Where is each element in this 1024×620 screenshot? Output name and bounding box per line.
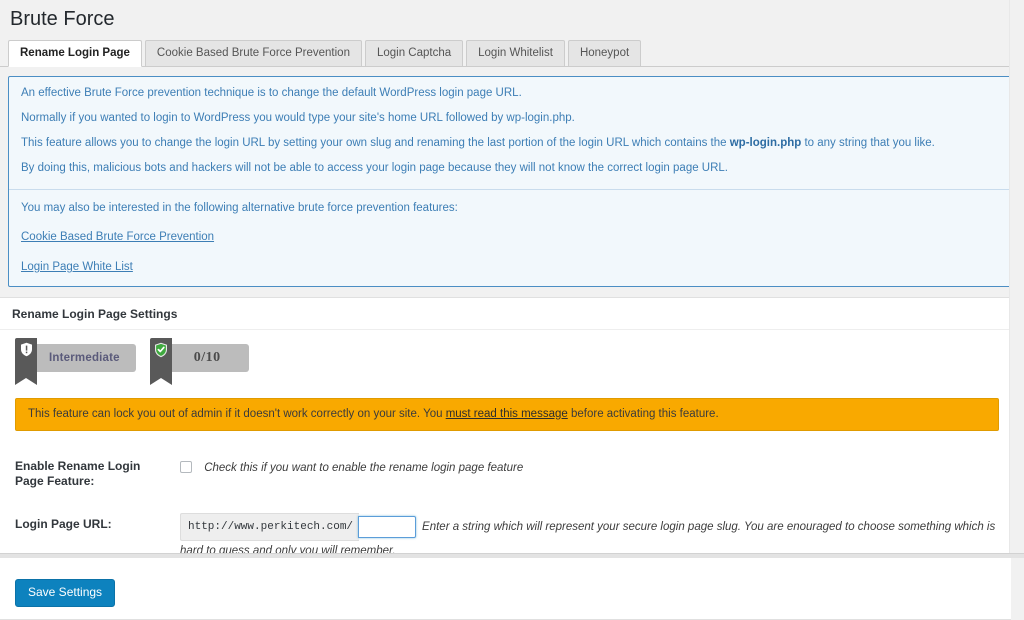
info-feature-prefix: This feature allows you to change the lo… bbox=[21, 137, 730, 149]
settings-panel-heading: Rename Login Page Settings bbox=[0, 298, 1011, 330]
shield-check-icon bbox=[149, 338, 172, 385]
badge-group: Intermediate 0/10 bbox=[12, 338, 999, 390]
admin-page: Brute Force Rename Login Page Cookie Base… bbox=[0, 0, 1024, 620]
badge-security-score: 0/10 bbox=[149, 338, 249, 385]
page-title: Brute Force bbox=[10, 8, 115, 30]
save-settings-button[interactable]: Save Settings bbox=[15, 579, 116, 607]
info-paragraph-1: An effective Brute Force prevention tech… bbox=[21, 87, 522, 99]
login-page-url-input[interactable] bbox=[358, 516, 417, 538]
info-feature-suffix: to any string that you like. bbox=[801, 137, 935, 149]
page-scrollbar-gutter[interactable] bbox=[1009, 0, 1024, 558]
info-feature-bold: wp-login.php bbox=[729, 137, 802, 149]
badge-security-level-label: Intermediate bbox=[49, 352, 120, 364]
login-page-url-prefix: http://www.perkitech.com/ bbox=[180, 513, 360, 541]
tab-login-whitelist[interactable]: Login Whitelist bbox=[466, 40, 565, 67]
lockout-warning: This feature can lock you out of admin i… bbox=[15, 398, 999, 431]
shield-alert-icon bbox=[15, 338, 37, 385]
lockout-warning-text-after: before activating this feature. bbox=[567, 408, 719, 420]
enable-rename-login-page-checkbox[interactable] bbox=[180, 460, 192, 473]
badge-security-score-value: 0/10 bbox=[193, 350, 221, 365]
info-paragraph-2: Normally if you wanted to login to WordP… bbox=[21, 112, 575, 124]
save-row: Save Settings bbox=[12, 575, 999, 619]
form-row-login-page-url: Login Page URL: http://www.perkitech.com… bbox=[12, 503, 999, 575]
info-alternatives: You may also be interested in the follow… bbox=[9, 190, 1010, 286]
window-bottom-edge bbox=[0, 553, 1024, 558]
login-page-url-control: http://www.perkitech.com/Enter a string … bbox=[180, 503, 999, 575]
form-row-enable-feature: Enable Rename Login Page Feature: Check … bbox=[12, 445, 999, 503]
info-panel: An effective Brute Force prevention tech… bbox=[8, 76, 1011, 287]
enable-feature-label: Enable Rename Login Page Feature: bbox=[15, 459, 141, 488]
settings-panel: Rename Login Page Settings Intermediate bbox=[0, 297, 1011, 620]
enable-feature-control: Check this if you want to enable the ren… bbox=[180, 445, 999, 503]
tab-login-captcha[interactable]: Login Captcha bbox=[364, 40, 464, 67]
enable-feature-hint: Check this if you want to enable the ren… bbox=[204, 462, 524, 474]
info-paragraph-feature: This feature allows you to change the lo… bbox=[21, 137, 998, 150]
link-must-read-this-message[interactable]: must read this message bbox=[446, 408, 568, 420]
login-page-url-wrap: http://www.perkitech.com/Enter a string … bbox=[180, 513, 995, 557]
link-login-page-white-list[interactable]: Login Page White List bbox=[21, 261, 998, 274]
info-alternatives-intro: You may also be interested in the follow… bbox=[21, 202, 458, 214]
tab-honeypot[interactable]: Honeypot bbox=[567, 40, 642, 67]
info-paragraph-4: By doing this, malicious bots and hacker… bbox=[21, 162, 729, 174]
badge-security-level: Intermediate bbox=[15, 338, 136, 385]
link-cookie-based-brute-force-prevention[interactable]: Cookie Based Brute Force Prevention bbox=[21, 231, 998, 244]
settings-panel-body: Intermediate 0/10 This feature can lock … bbox=[0, 330, 1011, 619]
lockout-warning-text-before: This feature can lock you out of admin i… bbox=[28, 408, 446, 420]
tab-bar: Rename Login Page Cookie Based Brute Forc… bbox=[0, 40, 1024, 67]
info-panel-body: An effective Brute Force prevention tech… bbox=[9, 77, 1010, 189]
tab-rename-login-page[interactable]: Rename Login Page bbox=[8, 40, 142, 67]
login-page-url-label: Login Page URL: bbox=[15, 517, 112, 531]
tab-cookie-based-brute-force-prevention[interactable]: Cookie Based Brute Force Prevention bbox=[144, 40, 362, 67]
